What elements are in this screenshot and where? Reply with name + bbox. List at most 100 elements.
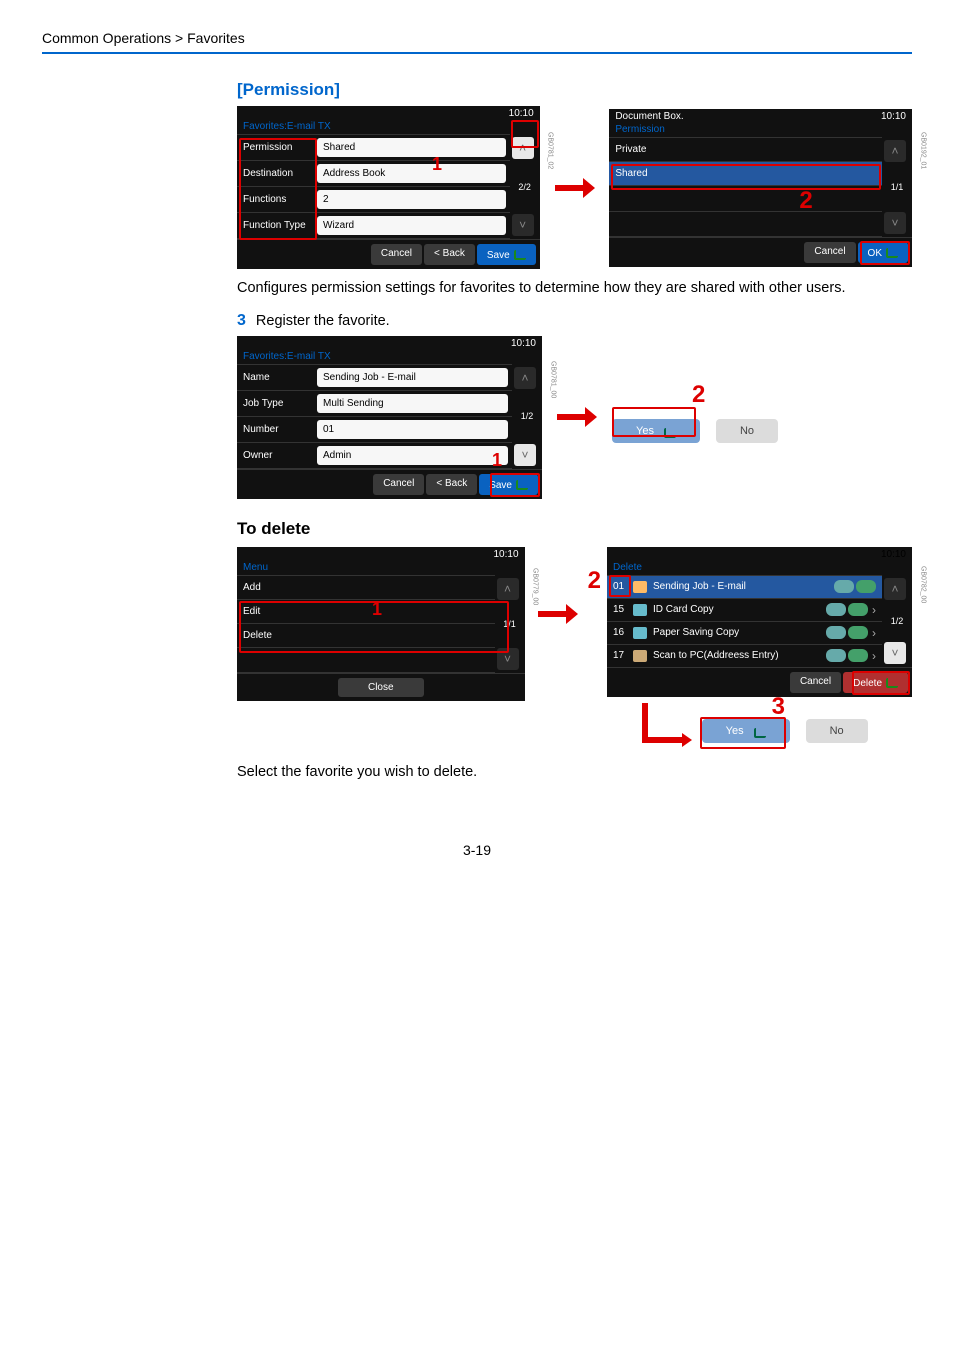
- option-private[interactable]: Private: [609, 138, 882, 161]
- clock: 10:10: [493, 549, 518, 560]
- yes-button[interactable]: Yes: [702, 719, 790, 743]
- callout-1: 1: [372, 599, 382, 620]
- list-item[interactable]: 17 Scan to PC(Addreess Entry) ›: [607, 644, 882, 667]
- value-destination[interactable]: Address Book: [317, 164, 506, 183]
- scroll-up-icon[interactable]: ˄: [497, 578, 519, 600]
- callout-1: 1: [432, 154, 442, 175]
- row-label: Paper Saving Copy: [649, 627, 826, 638]
- panel-title: Favorites:E-mail TX: [237, 351, 542, 364]
- row-num: 01: [613, 581, 631, 592]
- badge-icon: [848, 649, 868, 662]
- breadcrumb: Common Operations > Favorites: [42, 30, 912, 52]
- delete-list-panel: 10:10 Delete 01 Sending Job - E-mail: [607, 547, 912, 697]
- row-label: ID Card Copy: [649, 604, 826, 615]
- delete-button[interactable]: Delete: [843, 672, 908, 693]
- figure-id: GB0781_00: [549, 361, 556, 398]
- step-text: Register the favorite.: [256, 313, 390, 329]
- scroll-up-icon[interactable]: ˄: [884, 140, 906, 162]
- scroll-up-icon[interactable]: ˄: [512, 137, 534, 159]
- row-num: 15: [613, 604, 631, 615]
- value-functiontype[interactable]: Wizard: [317, 216, 506, 235]
- ok-button[interactable]: OK: [858, 242, 908, 263]
- step-number: 3: [237, 312, 246, 330]
- list-item[interactable]: 16 Paper Saving Copy ›: [607, 621, 882, 644]
- to-delete-heading: To delete: [237, 519, 912, 539]
- yes-button[interactable]: Yes: [612, 419, 700, 443]
- clock: 10:10: [509, 108, 534, 119]
- label-name: Name: [237, 366, 317, 389]
- cancel-button[interactable]: Cancel: [804, 242, 855, 263]
- clock: 10:10: [881, 111, 906, 122]
- scroll-up-icon[interactable]: ˄: [884, 578, 906, 600]
- close-button[interactable]: Close: [338, 678, 424, 697]
- panel-title: Delete: [607, 562, 912, 575]
- badge-icon: [826, 603, 846, 616]
- label-functiontype: Function Type: [237, 214, 317, 237]
- divider: [42, 52, 912, 54]
- back-button[interactable]: < Back: [424, 244, 475, 265]
- cancel-button[interactable]: Cancel: [790, 672, 841, 693]
- save-button[interactable]: Save: [479, 474, 538, 495]
- page-number: 3-19: [42, 842, 912, 858]
- figure-id: GB0192_01: [919, 131, 926, 168]
- list-item[interactable]: 15 ID Card Copy ›: [607, 598, 882, 621]
- scroll-down-icon[interactable]: ˅: [497, 648, 519, 670]
- badge-icon: [848, 626, 868, 639]
- option-shared[interactable]: Shared: [609, 162, 882, 185]
- value-jobtype[interactable]: Multi Sending: [317, 394, 508, 413]
- no-button[interactable]: No: [716, 419, 778, 443]
- row-num: 17: [613, 650, 631, 661]
- panel-subtitle: Permission: [609, 124, 912, 137]
- scroll-down-icon[interactable]: ˅: [514, 444, 536, 466]
- panel-title: Menu: [237, 562, 525, 575]
- callout-1: 1: [492, 450, 502, 471]
- pager: 1/2: [884, 612, 910, 630]
- scroll-down-icon[interactable]: ˅: [512, 214, 534, 236]
- label-number: Number: [237, 418, 317, 441]
- back-button[interactable]: < Back: [426, 474, 477, 495]
- permission-select-panel: Document Box. 10:10 Permission Private S…: [609, 109, 912, 267]
- list-item[interactable]: 01 Sending Job - E-mail: [607, 575, 882, 598]
- value-number[interactable]: 01: [317, 420, 508, 439]
- value-owner[interactable]: Admin: [317, 446, 508, 465]
- arrow-right-icon: [538, 607, 578, 621]
- value-name[interactable]: Sending Job - E-mail: [317, 368, 508, 387]
- body-text: Configures permission settings for favor…: [237, 279, 912, 298]
- row-num: 16: [613, 627, 631, 638]
- value-permission[interactable]: Shared: [317, 138, 506, 157]
- row-label: Scan to PC(Addreess Entry): [649, 650, 826, 661]
- cancel-button[interactable]: Cancel: [373, 474, 424, 495]
- pager: 2/2: [512, 178, 538, 196]
- no-button[interactable]: No: [806, 719, 868, 743]
- row-label: Sending Job - E-mail: [649, 581, 834, 592]
- scroll-down-icon[interactable]: ˅: [884, 212, 906, 234]
- label-owner: Owner: [237, 444, 317, 467]
- chevron-right-icon: ›: [868, 603, 876, 617]
- clock: 10:10: [881, 549, 906, 560]
- menu-add[interactable]: Add: [237, 576, 495, 599]
- scroll-up-icon[interactable]: ˄: [514, 367, 536, 389]
- cancel-button[interactable]: Cancel: [371, 244, 422, 265]
- pager: 1/2: [514, 407, 540, 425]
- badge-icon: [834, 580, 854, 593]
- scroll-down-icon[interactable]: ˅: [884, 642, 906, 664]
- badge-icon: [848, 603, 868, 616]
- badge-icon: [856, 580, 876, 593]
- chevron-right-icon: ›: [868, 626, 876, 640]
- arrow-right-icon: [557, 410, 597, 424]
- figure-id: GB0779_00: [532, 568, 539, 605]
- id-card-icon: [631, 603, 649, 617]
- save-button[interactable]: Save: [477, 244, 536, 265]
- menu-edit[interactable]: Edit: [237, 600, 495, 623]
- badge-icon: [826, 626, 846, 639]
- enter-icon: [886, 678, 898, 688]
- paper-saving-icon: [631, 626, 649, 640]
- label-destination: Destination: [237, 162, 317, 185]
- menu-delete[interactable]: Delete: [237, 624, 495, 647]
- value-functions[interactable]: 2: [317, 190, 506, 209]
- elbow-arrow-icon: [642, 703, 682, 743]
- scan-to-pc-icon: [631, 649, 649, 663]
- figure-id: GB0782_00: [919, 566, 926, 603]
- label-permission: Permission: [237, 136, 317, 159]
- favorites-panel-permission: 10:10 Favorites:E-mail TX PermissionShar…: [237, 106, 540, 269]
